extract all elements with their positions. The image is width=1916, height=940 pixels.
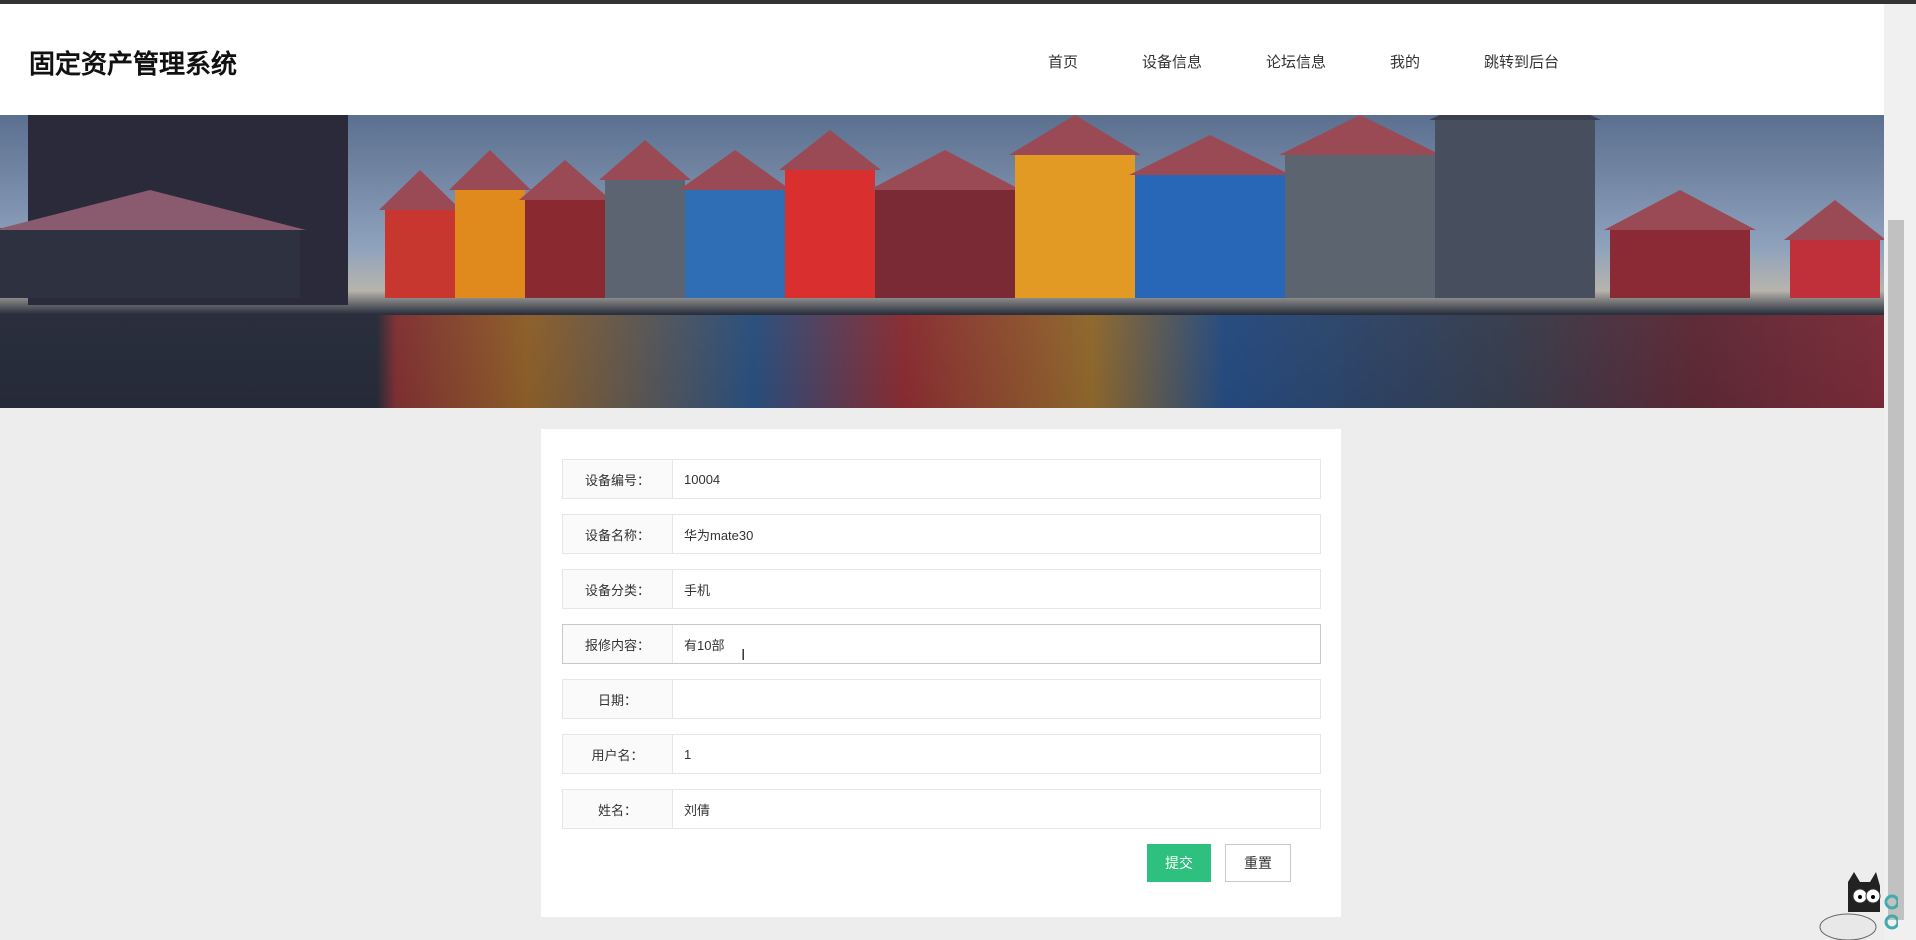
repair-form: 设备编号： 设备名称： 设备分类： 报修内容： 日期： 用户名： 姓名： 提交 …: [541, 429, 1341, 917]
water-reflection: [0, 315, 1884, 408]
nav-mine[interactable]: 我的: [1390, 51, 1420, 72]
scrollbar-thumb[interactable]: [1888, 220, 1904, 920]
device-category-input[interactable]: [673, 570, 1320, 608]
mascot-cat-icon: [1819, 872, 1898, 940]
field-label: 用户名：: [563, 735, 673, 773]
username-input[interactable]: [673, 735, 1320, 773]
date-input[interactable]: [673, 680, 1320, 718]
field-date: 日期：: [562, 679, 1321, 719]
device-name-input[interactable]: [673, 515, 1320, 553]
nav-home[interactable]: 首页: [1048, 51, 1078, 72]
field-username: 用户名：: [562, 734, 1321, 774]
field-label: 设备编号：: [563, 460, 673, 498]
name-input[interactable]: [673, 790, 1320, 828]
field-repair-content: 报修内容：: [562, 624, 1321, 664]
field-label: 设备分类：: [563, 570, 673, 608]
repair-content-input[interactable]: [673, 625, 1320, 663]
field-device-id: 设备编号：: [562, 459, 1321, 499]
field-label: 报修内容：: [563, 625, 673, 663]
nav-forum-info[interactable]: 论坛信息: [1266, 51, 1326, 72]
nav-admin[interactable]: 跳转到后台: [1484, 51, 1559, 72]
nav-device-info[interactable]: 设备信息: [1142, 51, 1202, 72]
submit-button[interactable]: 提交: [1147, 844, 1211, 882]
field-label: 日期：: [563, 680, 673, 718]
field-label: 姓名：: [563, 790, 673, 828]
field-device-name: 设备名称：: [562, 514, 1321, 554]
field-device-category: 设备分类：: [562, 569, 1321, 609]
text-cursor-icon: I: [741, 647, 746, 664]
field-label: 设备名称：: [563, 515, 673, 553]
header: 固定资产管理系统 首页 设备信息 论坛信息 我的 跳转到后台: [0, 4, 1884, 115]
field-name: 姓名：: [562, 789, 1321, 829]
device-id-input[interactable]: [673, 460, 1320, 498]
site-title: 固定资产管理系统: [29, 49, 238, 79]
banner-image: [0, 115, 1884, 408]
reset-button[interactable]: 重置: [1225, 844, 1291, 882]
